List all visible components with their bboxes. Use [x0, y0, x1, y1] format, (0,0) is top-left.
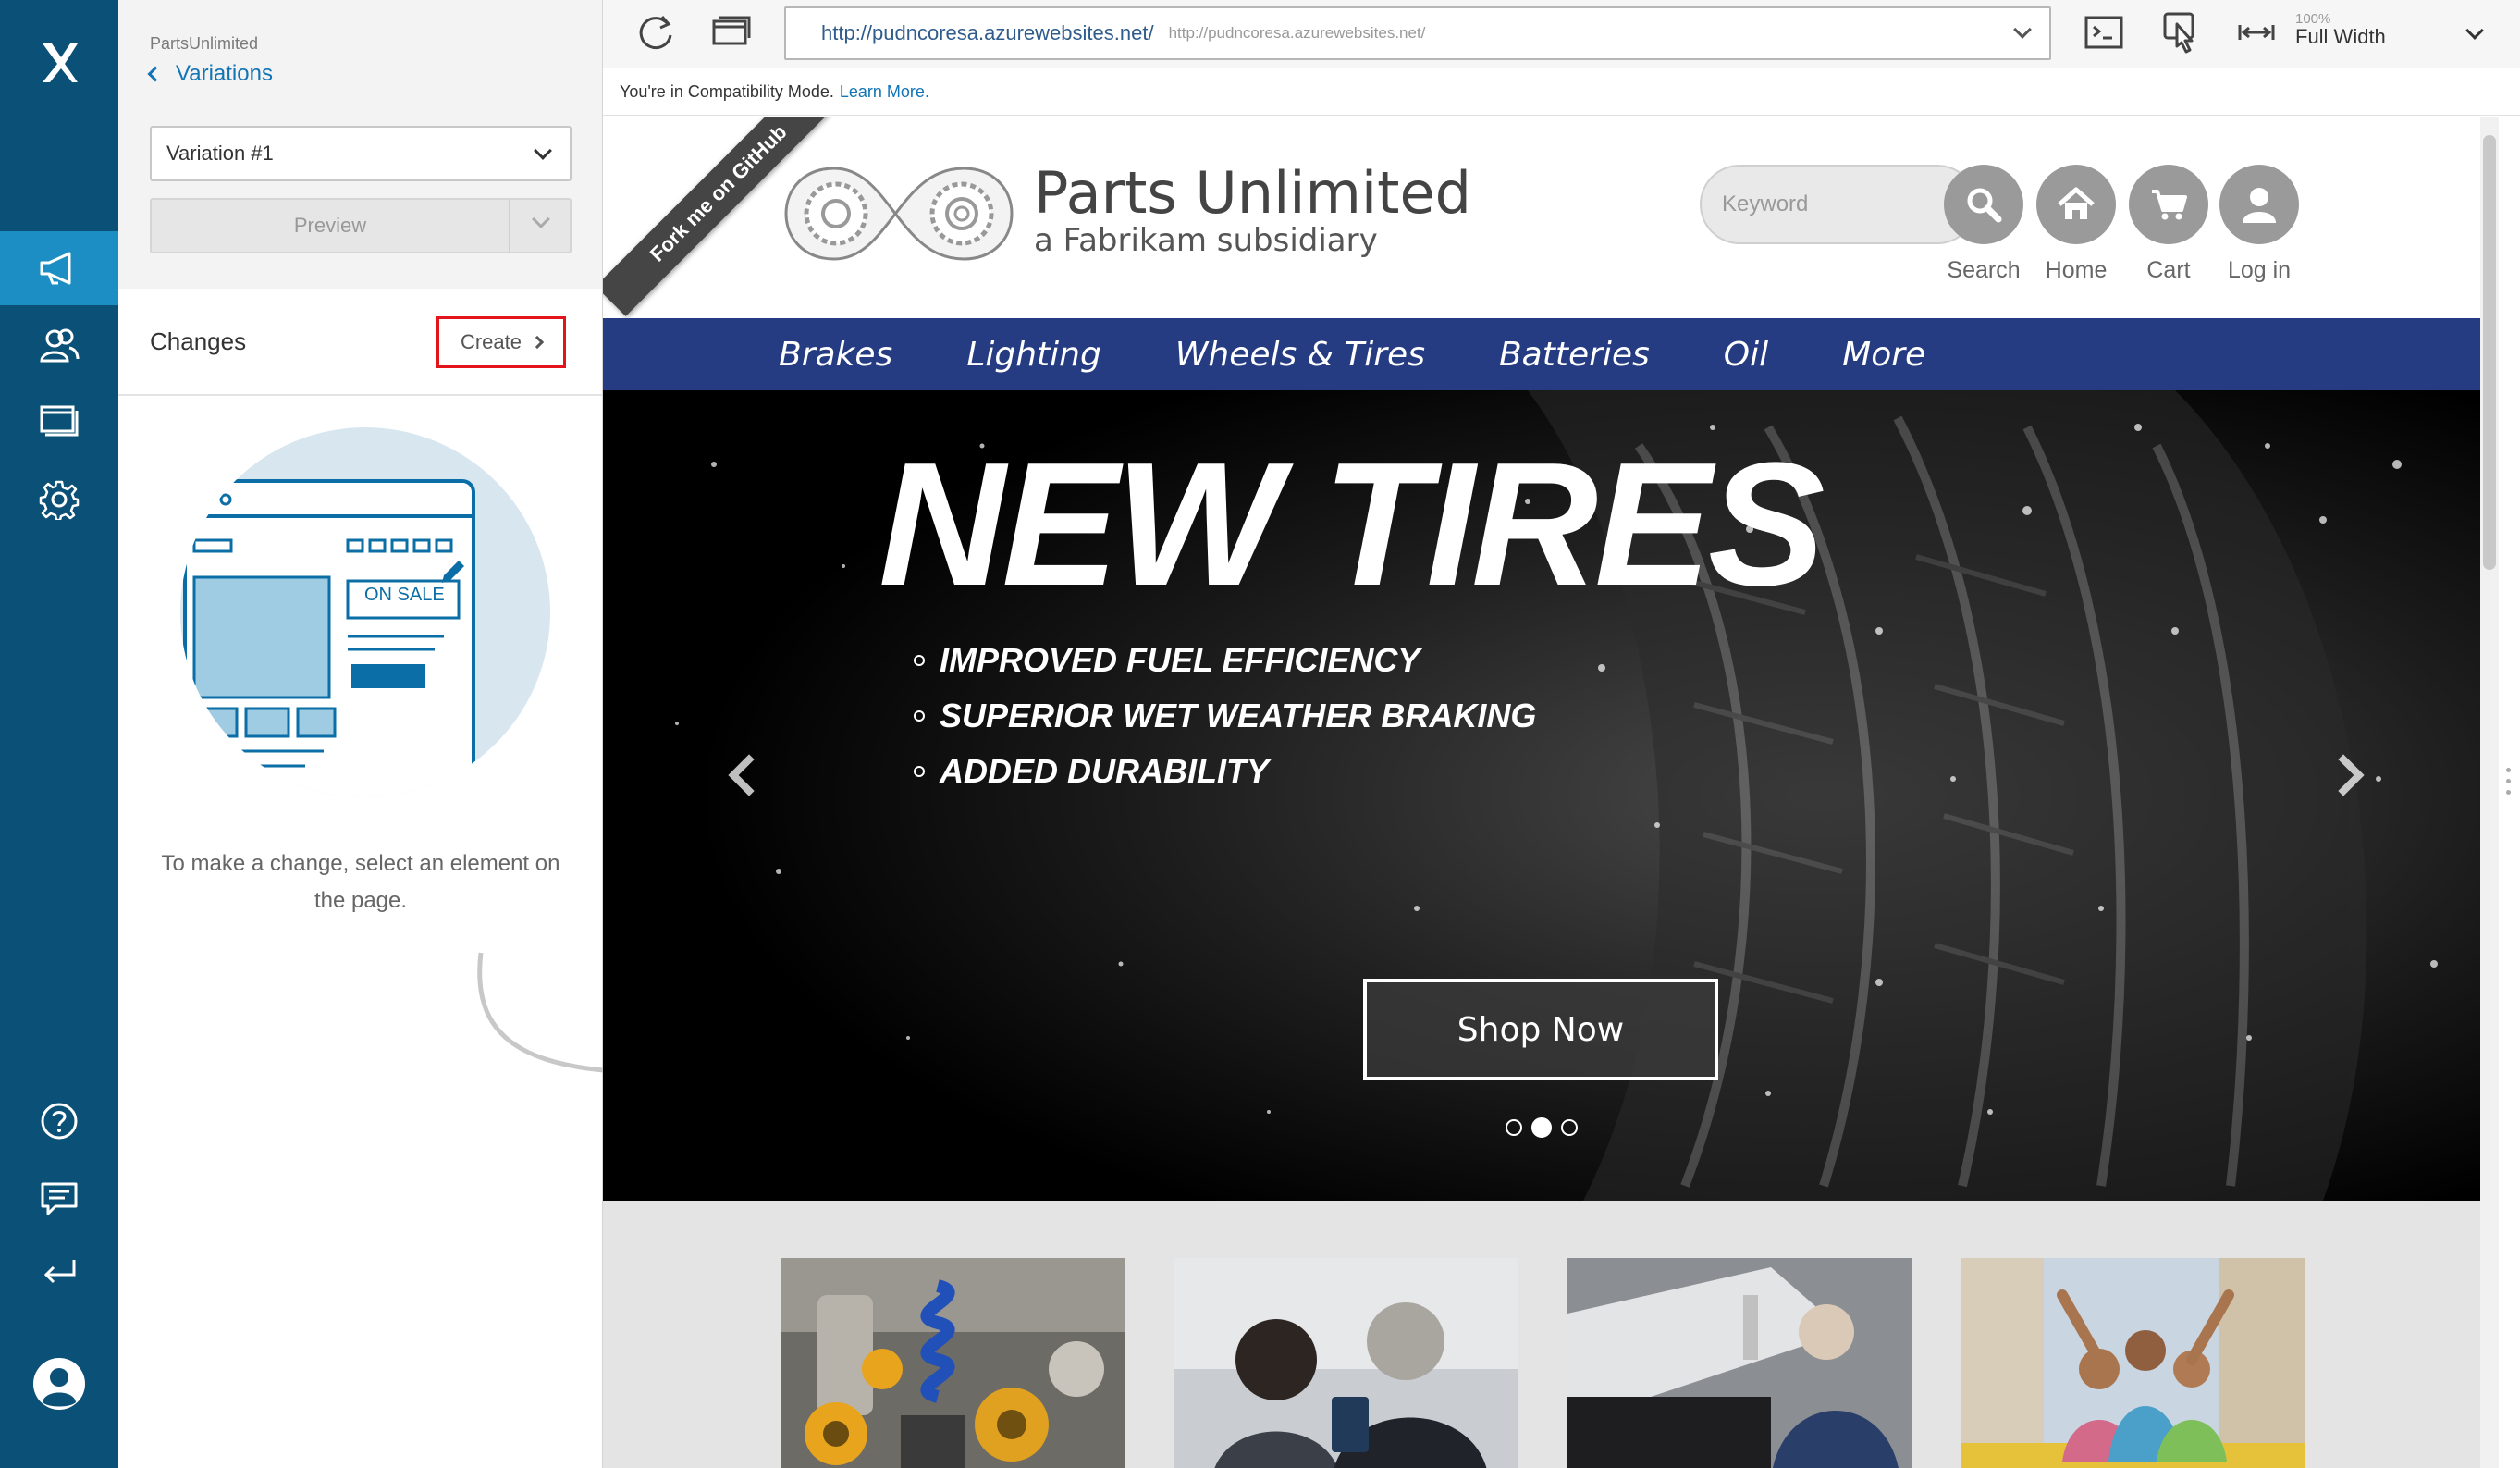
hero-bullet[interactable]: IMPROVED FUEL EFFICIENCY — [914, 633, 1536, 688]
site-header: Fork me on GitHub Parts Unlimited a Fabr… — [603, 117, 2480, 318]
icon-rail — [0, 0, 118, 1468]
product-tile-parts-image[interactable] — [781, 1258, 1125, 1468]
bullet-circle-icon — [914, 766, 925, 777]
divider — [509, 200, 510, 252]
nav-item-batteries[interactable]: Batteries — [1499, 336, 1650, 374]
hero-bullet[interactable]: SUPERIOR WET WEATHER BRAKING — [914, 688, 1536, 744]
chevron-right-icon — [530, 335, 545, 350]
user-avatar-icon[interactable] — [0, 1347, 118, 1421]
width-mode-label: Full Width — [2295, 25, 2386, 48]
hero-bullet-list: IMPROVED FUEL EFFICIENCY SUPERIOR WET WE… — [914, 633, 1536, 799]
pages-window-icon[interactable] — [0, 383, 118, 457]
back-link-label: Variations — [176, 61, 273, 86]
breadcrumb: PartsUnlimited — [150, 34, 259, 53]
preview-split-button: Preview — [150, 198, 572, 253]
preview-options-chevron-icon[interactable] — [532, 210, 550, 228]
settings-gear-icon[interactable] — [0, 463, 118, 537]
chevron-down-icon — [534, 142, 552, 160]
parts-unlimited-logo-icon[interactable] — [779, 154, 1019, 278]
changes-title: Changes — [150, 327, 247, 355]
scrollbar-thumb[interactable] — [2483, 135, 2496, 570]
login-user-icon[interactable] — [2219, 165, 2299, 244]
variation-select[interactable]: Variation #1 — [150, 126, 572, 181]
create-change-button[interactable]: Create — [436, 316, 566, 368]
product-tile-mechanic-image[interactable] — [1567, 1258, 1912, 1468]
hero-carousel[interactable]: NEW TIRES IMPROVED FUEL EFFICIENCY SUPER… — [603, 390, 2480, 1201]
shop-now-button[interactable]: Shop Now — [1363, 979, 1718, 1080]
carousel-indicators — [1506, 1117, 1578, 1138]
exit-return-icon[interactable] — [0, 1236, 118, 1310]
carousel-dot[interactable] — [1561, 1119, 1578, 1136]
nav-item-more[interactable]: More — [1842, 336, 1925, 374]
viewport-width-control[interactable]: 100% Full Width — [2295, 11, 2386, 49]
preview-button[interactable]: Preview — [152, 200, 509, 252]
create-button-label: Create — [460, 330, 522, 353]
product-tile-friends-car-image[interactable] — [1961, 1258, 2305, 1468]
hero-title[interactable]: NEW TIRES — [879, 437, 1825, 612]
empty-state-hint: To make a change, select an element on t… — [161, 851, 560, 913]
variation-select-value: Variation #1 — [166, 142, 274, 165]
login-label[interactable]: Log in — [2204, 257, 2315, 284]
nav-item-wheels-tires[interactable]: Wheels & Tires — [1175, 336, 1425, 374]
back-to-variations-link[interactable]: Variations — [147, 61, 273, 87]
page-settings-icon[interactable] — [708, 9, 755, 56]
url-bar[interactable]: http://pudncoresa.azurewebsites.net/ htt… — [784, 6, 2051, 60]
nav-item-oil[interactable]: Oil — [1724, 336, 1768, 374]
page-scrollbar[interactable] — [2480, 117, 2499, 1468]
learn-more-link[interactable]: Learn More. — [840, 82, 929, 102]
chevron-left-icon — [147, 66, 164, 82]
interact-mode-pointer-icon[interactable] — [2158, 9, 2205, 56]
compat-text: You're in Compatibility Mode. — [620, 82, 834, 101]
resize-width-icon[interactable] — [2238, 9, 2275, 56]
compatibility-banner: You're in Compatibility Mode. Learn More… — [603, 69, 2520, 116]
bullet-circle-icon — [914, 655, 925, 666]
hero-bullet[interactable]: ADDED DURABILITY — [914, 744, 1536, 799]
site-brand-title[interactable]: Parts Unlimited — [1034, 159, 1471, 227]
panel-resize-handle-icon[interactable] — [2506, 768, 2512, 805]
product-category-tiles — [603, 1201, 2480, 1468]
changes-header: Changes Create — [118, 289, 602, 396]
nav-item-lighting[interactable]: Lighting — [966, 336, 1101, 374]
site-tagline: a Fabrikam subsidiary — [1034, 222, 1378, 259]
empty-state-illustration: ON SALE — [166, 427, 555, 820]
cart-icon[interactable] — [2129, 165, 2208, 244]
audiences-people-icon[interactable] — [0, 309, 118, 383]
help-icon[interactable] — [0, 1084, 118, 1158]
product-tile-service-image[interactable] — [1174, 1258, 1518, 1468]
app-window: PartsUnlimited Variations Variation #1 P… — [0, 0, 2520, 1468]
browser-toolbar: http://pudncoresa.azurewebsites.net/ htt… — [603, 0, 2520, 68]
nav-item-brakes[interactable]: Brakes — [779, 336, 892, 374]
url-history-chevron-icon[interactable] — [2013, 20, 2032, 39]
search-icon[interactable] — [1944, 165, 2023, 244]
refresh-icon[interactable] — [633, 9, 679, 56]
carousel-dot-active[interactable] — [1531, 1117, 1552, 1138]
url-secondary-text: http://pudncoresa.azurewebsites.net/ — [1168, 24, 1426, 42]
page-viewport: Fork me on GitHub Parts Unlimited a Fabr… — [603, 117, 2480, 1468]
width-mode-chevron-icon[interactable] — [2465, 21, 2484, 40]
feedback-chat-icon[interactable] — [0, 1162, 118, 1236]
campaigns-megaphone-icon[interactable] — [0, 231, 118, 305]
bullet-circle-icon — [914, 710, 925, 722]
console-terminal-icon[interactable] — [2081, 9, 2127, 56]
keyword-search-input[interactable]: Keyword — [1700, 165, 1977, 244]
logo-x-icon[interactable] — [0, 26, 118, 100]
changes-section: Changes Create ON SALE To make a change,… — [118, 289, 686, 1468]
variation-panel: PartsUnlimited Variations Variation #1 P… — [118, 0, 686, 1468]
carousel-dot[interactable] — [1506, 1119, 1522, 1136]
on-sale-badge-text: ON SALE — [364, 585, 445, 605]
home-icon[interactable] — [2036, 165, 2116, 244]
category-nav: Brakes Lighting Wheels & Tires Batteries… — [603, 318, 2480, 390]
url-text: http://pudncoresa.azurewebsites.net/ — [821, 21, 1154, 44]
